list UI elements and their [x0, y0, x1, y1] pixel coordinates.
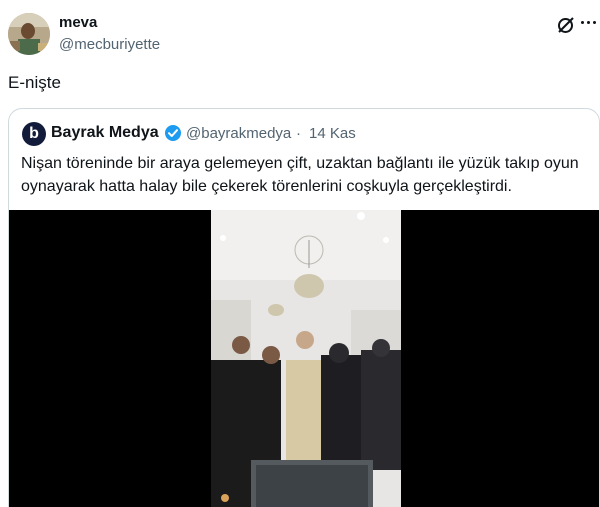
verified-badge-icon — [165, 125, 181, 141]
x-logo-icon — [558, 17, 574, 33]
quoted-author-handle[interactable]: @bayrakmedya — [186, 125, 291, 142]
video-thumbnail — [211, 210, 401, 507]
separator-dot: · — [296, 125, 301, 142]
avatar-image — [8, 13, 50, 55]
more-options-icon[interactable] — [579, 12, 599, 32]
author-name[interactable]: meva — [59, 14, 97, 31]
video-player[interactable] — [9, 210, 599, 507]
quoted-author-name[interactable]: Bayrak Medya — [51, 124, 159, 142]
author-avatar[interactable] — [8, 13, 50, 55]
tweet-text: E-nişte — [8, 73, 61, 92]
quoted-tweet[interactable]: b Bayrak Medya @bayrakmedya · 14 Kas Niş… — [8, 108, 600, 507]
video-frame-image — [211, 210, 401, 507]
quoted-author-logo[interactable]: b — [22, 122, 46, 146]
quoted-date[interactable]: 14 Kas — [309, 125, 356, 142]
author-handle[interactable]: @mecburiyette — [59, 36, 160, 53]
quoted-tweet-text: Nişan töreninde bir araya gelemeyen çift… — [21, 155, 579, 195]
